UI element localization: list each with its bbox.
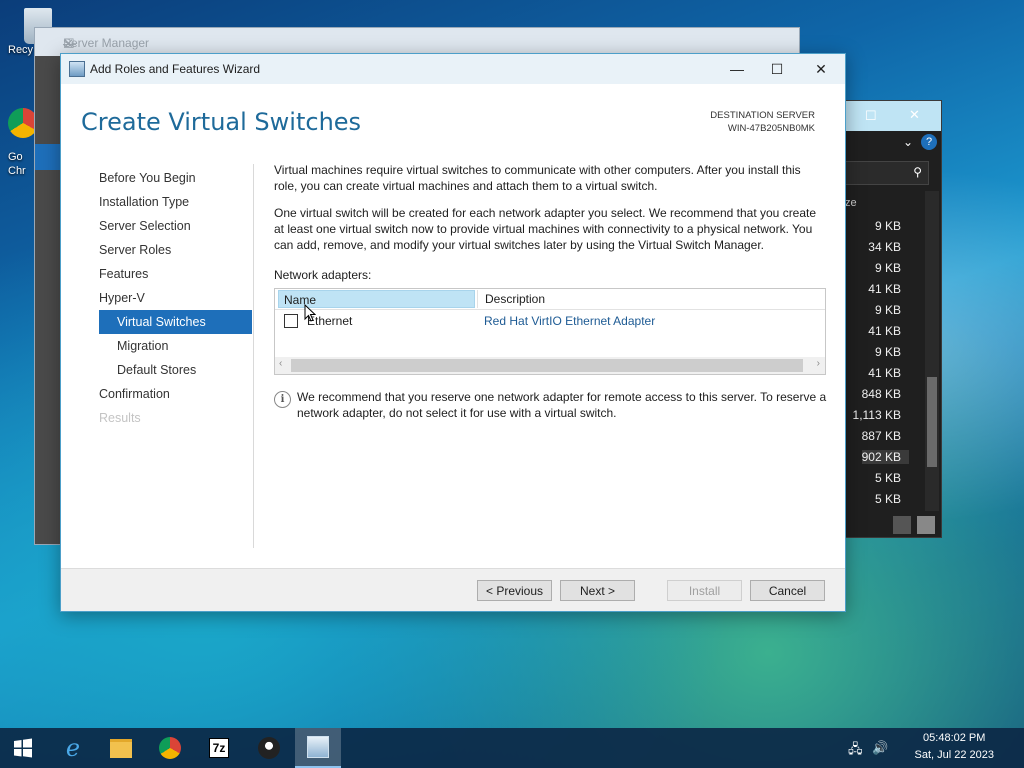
server-manager-button[interactable] bbox=[295, 728, 341, 768]
list-item[interactable]: 5 KB bbox=[875, 471, 901, 485]
fe-vscroll-thumb[interactable] bbox=[927, 377, 937, 467]
nav-default-stores[interactable]: Default Stores bbox=[99, 358, 252, 382]
file-explorer-window[interactable]: ☐ ✕ ⌄ ? ⚲ ze 9 KB 34 KB 9 KB 41 KB 9 KB 41 KB… bbox=[838, 100, 942, 538]
info-text: We recommend that you reserve one networ… bbox=[297, 390, 827, 420]
chrome-icon bbox=[159, 737, 181, 759]
fe-search-box[interactable]: ⚲ bbox=[839, 161, 929, 185]
fe-details-view-icon[interactable] bbox=[893, 516, 911, 534]
horizontal-scrollbar[interactable]: ‹ › bbox=[275, 357, 825, 374]
network-adapters-label: Network adapters: bbox=[274, 268, 372, 282]
maximize-icon[interactable]: ☐ bbox=[757, 58, 797, 80]
scroll-left-icon[interactable]: ‹ bbox=[279, 358, 282, 369]
list-item[interactable]: 9 KB bbox=[875, 219, 901, 233]
add-roles-wizard[interactable]: Add Roles and Features Wizard — ☐ ✕ Crea… bbox=[60, 53, 846, 612]
nav-virtual-switches[interactable]: Virtual Switches bbox=[99, 310, 252, 334]
wizard-title: Add Roles and Features Wizard bbox=[90, 62, 261, 76]
previous-button[interactable]: < Previous bbox=[477, 580, 552, 601]
network-adapters-grid[interactable]: Name Description Ethernet Red Hat VirtIO… bbox=[274, 288, 826, 375]
volume-icon[interactable]: 🔊 bbox=[872, 740, 888, 756]
close-icon[interactable]: ✕ bbox=[801, 58, 841, 80]
server-manager-icon bbox=[307, 736, 329, 758]
nav-migration[interactable]: Migration bbox=[99, 334, 252, 358]
nav-before-you-begin[interactable]: Before You Begin bbox=[99, 166, 252, 190]
list-item[interactable]: 887 KB bbox=[862, 429, 901, 443]
start-button[interactable] bbox=[0, 728, 46, 768]
clock-time: 05:48:02 PM bbox=[923, 732, 986, 744]
search-icon: ⚲ bbox=[913, 165, 922, 179]
list-item[interactable]: 41 KB bbox=[868, 324, 901, 338]
list-item[interactable]: 34 KB bbox=[868, 240, 901, 254]
details-paragraph: One virtual switch will be created for e… bbox=[274, 206, 817, 252]
file-explorer-button[interactable] bbox=[98, 728, 144, 768]
nav-confirmation[interactable]: Confirmation bbox=[99, 382, 252, 406]
network-icon[interactable]: 🖧 bbox=[848, 740, 863, 762]
list-item[interactable]: 9 KB bbox=[875, 303, 901, 317]
list-item[interactable]: 848 KB bbox=[862, 387, 901, 401]
destination-value: WIN-47B205NB0MK bbox=[727, 123, 815, 134]
nav-installation-type[interactable]: Installation Type bbox=[99, 190, 252, 214]
fe-tiles-view-icon[interactable] bbox=[917, 516, 935, 534]
chevron-down-icon[interactable]: ⌄ bbox=[903, 135, 913, 149]
help-icon[interactable]: ? bbox=[921, 134, 937, 150]
7zip-icon: 7z bbox=[208, 738, 230, 758]
list-item[interactable]: 41 KB bbox=[868, 366, 901, 380]
fe-vscroll[interactable] bbox=[925, 191, 939, 511]
fe-size-header[interactable]: ze bbox=[845, 197, 857, 209]
list-item[interactable]: 902 KB bbox=[861, 450, 909, 464]
wizard-titlebar[interactable]: Add Roles and Features Wizard — ☐ ✕ bbox=[61, 54, 845, 84]
destination-server: DESTINATION SERVER WIN-47B205NB0MK bbox=[710, 109, 815, 135]
adapter-checkbox[interactable] bbox=[284, 314, 298, 328]
fe-maximize-icon[interactable]: ☐ bbox=[865, 108, 877, 124]
info-icon: i bbox=[274, 391, 291, 408]
server-manager-sidebar bbox=[35, 56, 61, 544]
nav-hyper-v[interactable]: Hyper-V bbox=[99, 286, 252, 310]
list-item[interactable]: 9 KB bbox=[875, 261, 901, 275]
7zip-button[interactable]: 7z bbox=[196, 728, 242, 768]
install-button: Install bbox=[667, 580, 742, 601]
file-explorer-icon bbox=[110, 738, 132, 758]
nav-results: Results bbox=[99, 411, 141, 425]
nav-features[interactable]: Features bbox=[99, 262, 252, 286]
wizard-nav: Before You Begin Installation Type Serve… bbox=[99, 166, 252, 430]
chrome-button[interactable] bbox=[147, 728, 193, 768]
intro-paragraph: Virtual machines require virtual switche… bbox=[274, 163, 801, 193]
clock-date: Sat, Jul 22 2023 bbox=[914, 749, 994, 761]
minimize-icon[interactable]: — bbox=[717, 58, 757, 80]
fe-close-icon[interactable]: ✕ bbox=[909, 107, 920, 123]
scrollbar-thumb[interactable] bbox=[291, 359, 803, 372]
wizard-footer: < Previous Next > Install Cancel bbox=[61, 568, 845, 611]
ie-button[interactable]: e bbox=[50, 728, 96, 768]
list-item[interactable]: 5 KB bbox=[875, 492, 901, 506]
list-item[interactable]: 1,113 KB bbox=[853, 408, 901, 422]
fe-titlebar[interactable]: ☐ ✕ bbox=[839, 101, 941, 131]
server-manager-titlebar[interactable]: Server Manager — ☐ ✕ bbox=[35, 28, 799, 56]
taskbar: e 7z 🖧 🔊 05:48:02 PM Sat, Jul 22 2023 bbox=[0, 728, 1024, 768]
ie-icon: e bbox=[65, 734, 81, 762]
scroll-right-icon[interactable]: › bbox=[817, 358, 820, 369]
nav-server-selection[interactable]: Server Selection bbox=[99, 214, 252, 238]
grid-header: Name Description bbox=[275, 289, 825, 310]
taskbar-clock[interactable]: 05:48:02 PM Sat, Jul 22 2023 bbox=[914, 730, 994, 764]
next-button[interactable]: Next > bbox=[560, 580, 635, 601]
list-item[interactable]: 41 KB bbox=[868, 282, 901, 296]
table-row[interactable]: Ethernet Red Hat VirtIO Ethernet Adapter bbox=[275, 311, 825, 331]
page-title: Create Virtual Switches bbox=[81, 108, 362, 136]
wizard-app-icon bbox=[69, 61, 85, 77]
adapter-description: Red Hat VirtIO Ethernet Adapter bbox=[484, 314, 656, 328]
column-header-description[interactable]: Description bbox=[477, 290, 825, 308]
cancel-button[interactable]: Cancel bbox=[750, 580, 825, 601]
dashboard-icon[interactable] bbox=[35, 144, 61, 170]
nav-divider bbox=[253, 164, 254, 548]
close-icon[interactable]: ✕ bbox=[63, 36, 781, 52]
wizard-content: Virtual machines require virtual switche… bbox=[274, 162, 826, 264]
nav-server-roles[interactable]: Server Roles bbox=[99, 238, 252, 262]
mouse-cursor-icon bbox=[304, 304, 316, 322]
start-icon bbox=[14, 738, 32, 758]
app-button[interactable] bbox=[246, 728, 292, 768]
destination-label: DESTINATION SERVER bbox=[710, 110, 815, 121]
app-icon bbox=[258, 737, 280, 759]
chrome-desktop-label: Go Chr bbox=[8, 151, 26, 177]
list-item[interactable]: 9 KB bbox=[875, 345, 901, 359]
